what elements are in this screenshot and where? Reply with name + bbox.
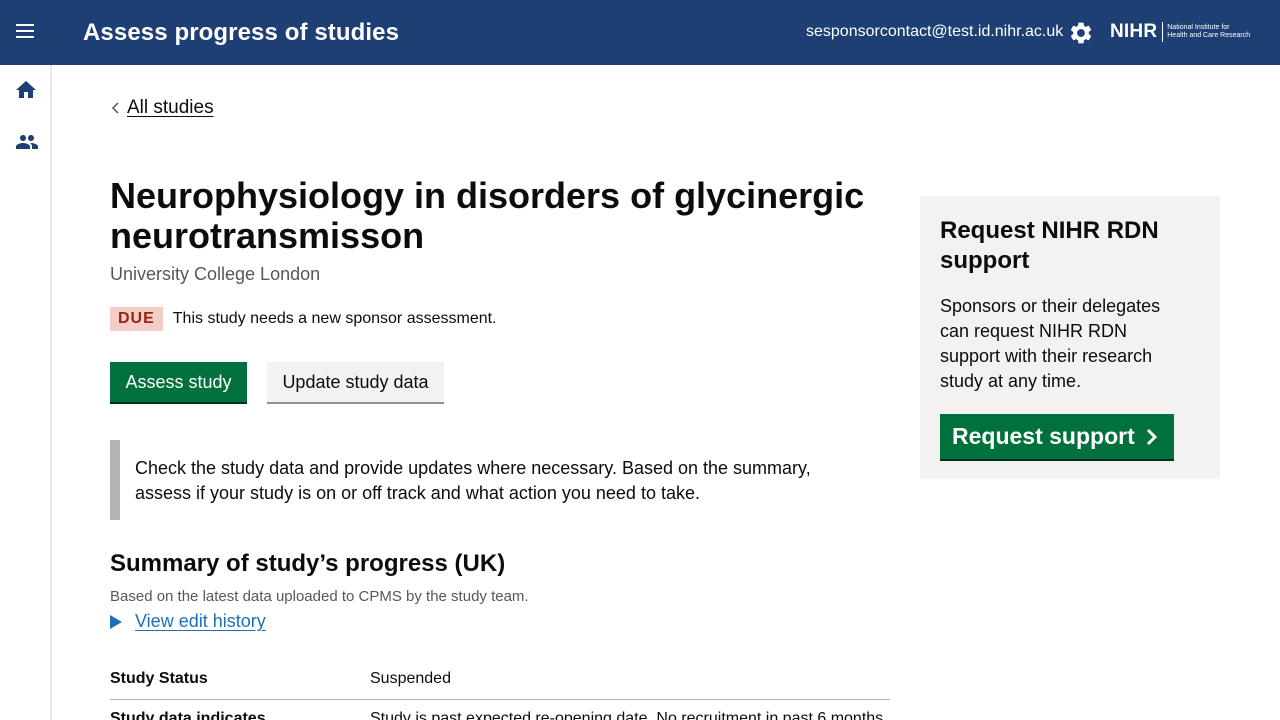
status-text: This study needs a new sponsor assessmen… [172, 310, 497, 327]
organisation-caption: University College London [110, 264, 321, 284]
summary-row-value: Study is past expected re-opening date. … [370, 710, 888, 720]
nihr-logo[interactable]: NIHR National Institute for Health and C… [1110, 20, 1250, 44]
status-row: DUE This study needs a new sponsor asses… [110, 307, 497, 331]
summary-row: Study data indicates Study is past expec… [110, 708, 890, 720]
support-panel: Request NIHR RDN support Sponsors or the… [920, 196, 1220, 479]
summary-subtext: Based on the latest data uploaded to CPM… [110, 588, 529, 605]
summary-row-key: Study data indicates [110, 710, 266, 720]
request-support-label: Request support [952, 423, 1135, 449]
logo-divider [1162, 22, 1164, 42]
assess-study-button[interactable]: Assess study [110, 362, 247, 402]
back-link-label[interactable]: All studies [127, 97, 214, 119]
request-support-button[interactable]: Request support [940, 414, 1174, 459]
chevron-left-icon [111, 102, 119, 114]
page-title: Neurophysiology in disorders of glyciner… [110, 175, 865, 256]
gear-icon[interactable] [1068, 20, 1094, 46]
back-link[interactable]: All studies [110, 97, 214, 119]
app-title: Assess progress of studies [83, 19, 400, 46]
logo-word: NIHR [1110, 21, 1158, 42]
home-icon[interactable] [14, 78, 40, 104]
logo-sub-line1: National Institute for [1167, 24, 1230, 31]
inset-text: Check the study data and provide updates… [110, 440, 870, 520]
summary-row-value: Suspended [370, 670, 451, 687]
support-panel-body: Sponsors or their delegates can request … [940, 296, 1161, 391]
summary-heading: Summary of study’s progress (UK) [110, 550, 506, 577]
logo-sub-line2: Health and Care Research [1167, 32, 1251, 39]
user-email: sesponsorcontact@test.id.nihr.ac.uk [806, 23, 1064, 40]
logo-subtitle: National Institute for Health and Care R… [1167, 24, 1250, 40]
summary-row-key: Study Status [110, 670, 208, 687]
app-header: Assess progress of studies sesponsorcont… [0, 0, 1280, 65]
triangle-right-icon [110, 614, 122, 629]
sidebar [0, 65, 52, 720]
edit-history-details[interactable]: View edit history [110, 611, 266, 632]
chevron-right-icon [1146, 428, 1157, 445]
support-panel-heading: Request NIHR RDN support [940, 217, 1159, 274]
update-study-data-button[interactable]: Update study data [267, 362, 444, 402]
people-icon[interactable] [14, 130, 40, 156]
status-badge: DUE [110, 307, 163, 331]
summary-row: Study Status Suspended [110, 668, 890, 700]
menu-icon[interactable] [16, 24, 38, 42]
view-edit-history-link[interactable]: View edit history [135, 611, 266, 632]
